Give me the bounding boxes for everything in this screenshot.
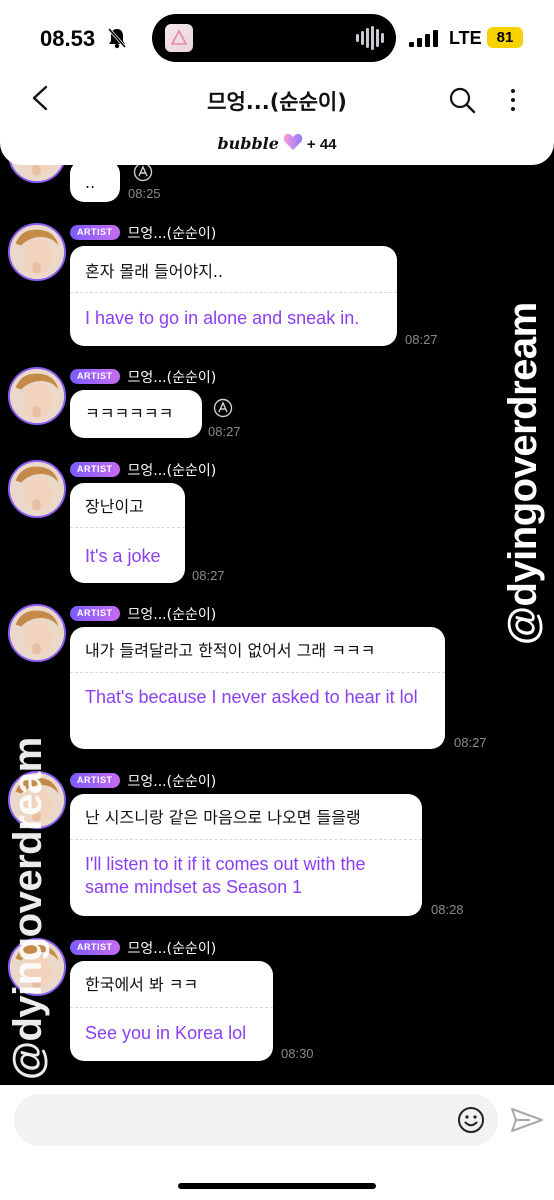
message-bubble[interactable]: 혼자 몰래 들어야지.. I have to go in alone and s… <box>70 246 397 346</box>
translate-icon[interactable] <box>133 162 153 182</box>
sender-row: ARTIST 므엉...(순순이) <box>70 222 217 242</box>
network-label: LTE <box>449 28 482 48</box>
artist-badge: ARTIST <box>70 369 120 384</box>
avatar-photo <box>10 462 64 516</box>
message-time: 08:27 <box>208 424 241 439</box>
sender-name: 므엉...(순순이) <box>127 773 217 790</box>
sender-row: ARTIST 므엉...(순순이) <box>70 366 217 386</box>
message-korean: 내가 들려달라고 한적이 없어서 그래 ㅋㅋㅋ <box>85 641 376 660</box>
message-time: 08:27 <box>192 568 225 583</box>
watermark: @dyingoverdream <box>6 737 50 1080</box>
sender-name: 므엉...(순순이) <box>127 940 217 957</box>
message-bubble[interactable]: ㅋㅋㅋㅋㅋㅋ <box>70 390 202 438</box>
message-time: 08:25 <box>128 186 161 201</box>
top-header: 08.53 LTE 81 므엉...(순순이) bubble + 44 <box>0 0 554 165</box>
sender-name: 므엉...(순순이) <box>127 462 217 479</box>
bubble-label: bubble <box>217 134 279 153</box>
avatar[interactable] <box>8 460 66 518</box>
sender-row: ARTIST 므엉...(순순이) <box>70 770 217 790</box>
artist-badge: ARTIST <box>70 462 120 477</box>
message-bubble[interactable]: 내가 들려달라고 한적이 없어서 그래 ㅋㅋㅋ That's because I… <box>70 627 445 749</box>
search-icon[interactable] <box>448 86 476 114</box>
sender-row: ARTIST 므엉...(순순이) <box>70 459 217 479</box>
watermark: @dyingoverdream <box>501 302 545 645</box>
audio-wave-icon <box>356 26 386 50</box>
app-logo-icon <box>170 29 188 45</box>
message-korean: .. <box>85 173 96 192</box>
heart-icon <box>283 133 303 150</box>
artist-badge: ARTIST <box>70 606 120 621</box>
avatar-photo <box>10 606 64 660</box>
message-translation: It's a joke <box>85 546 161 566</box>
avatar[interactable] <box>8 223 66 281</box>
message-time: 08:27 <box>405 332 438 347</box>
message-korean: 장난이고 <box>85 497 144 516</box>
avatar[interactable] <box>8 367 66 425</box>
signal-icon <box>409 30 439 47</box>
emoji-icon[interactable] <box>457 1106 485 1134</box>
message-time: 08:28 <box>431 902 464 917</box>
message-korean: 난 시즈니랑 같은 마음으로 나오면 들을랭 <box>85 808 361 827</box>
more-icon[interactable] <box>506 87 520 113</box>
status-time: 08.53 <box>40 26 96 51</box>
message-korean: 한국에서 봐 ㅋㅋ <box>85 975 199 994</box>
sender-name: 므엉...(순순이) <box>127 369 217 386</box>
artist-badge: ARTIST <box>70 940 120 955</box>
message-bubble[interactable]: 난 시즈니랑 같은 마음으로 나오면 들을랭 I'll listen to it… <box>70 794 422 916</box>
sender-row: ARTIST 므엉...(순순이) <box>70 937 217 957</box>
message-time: 08:30 <box>281 1046 314 1061</box>
avatar[interactable] <box>8 604 66 662</box>
message-korean: ㅋㅋㅋㅋㅋㅋ <box>85 404 174 423</box>
sender-row: ARTIST 므엉...(순순이) <box>70 603 217 623</box>
message-translation: That's because I never asked to hear it … <box>85 687 418 707</box>
app-icon <box>165 24 193 52</box>
translate-icon[interactable] <box>213 398 233 418</box>
bubble-count: + 44 <box>306 136 337 153</box>
artist-badge: ARTIST <box>70 773 120 788</box>
message-korean: 혼자 몰래 들어야지.. <box>85 262 224 281</box>
avatar-photo <box>10 369 64 423</box>
sender-name: 므엉...(순순이) <box>127 606 217 623</box>
message-composer <box>0 1085 554 1200</box>
message-input[interactable] <box>14 1094 498 1146</box>
message-translation: See you in Korea lol <box>85 1023 247 1043</box>
message-bubble[interactable]: 장난이고 It's a joke <box>70 483 185 583</box>
battery-indicator: 81 <box>487 27 523 48</box>
bubble-subscription-row[interactable]: bubble + 44 <box>0 133 554 153</box>
home-indicator <box>178 1183 376 1189</box>
bell-muted-icon <box>107 28 127 49</box>
message-time: 08:27 <box>454 735 487 750</box>
message-bubble[interactable]: 한국에서 봐 ㅋㅋ See you in Korea lol <box>70 961 273 1061</box>
message-translation: I have to go in alone and sneak in. <box>85 308 360 328</box>
artist-badge: ARTIST <box>70 225 120 240</box>
message-translation: I'll listen to it if it comes out with t… <box>85 854 366 897</box>
send-icon[interactable] <box>510 1105 544 1135</box>
sender-name: 므엉...(순순이) <box>127 225 217 242</box>
avatar-photo <box>10 225 64 279</box>
message-bubble[interactable]: .. <box>70 160 120 202</box>
status-bar: 08.53 LTE 81 <box>0 0 554 76</box>
